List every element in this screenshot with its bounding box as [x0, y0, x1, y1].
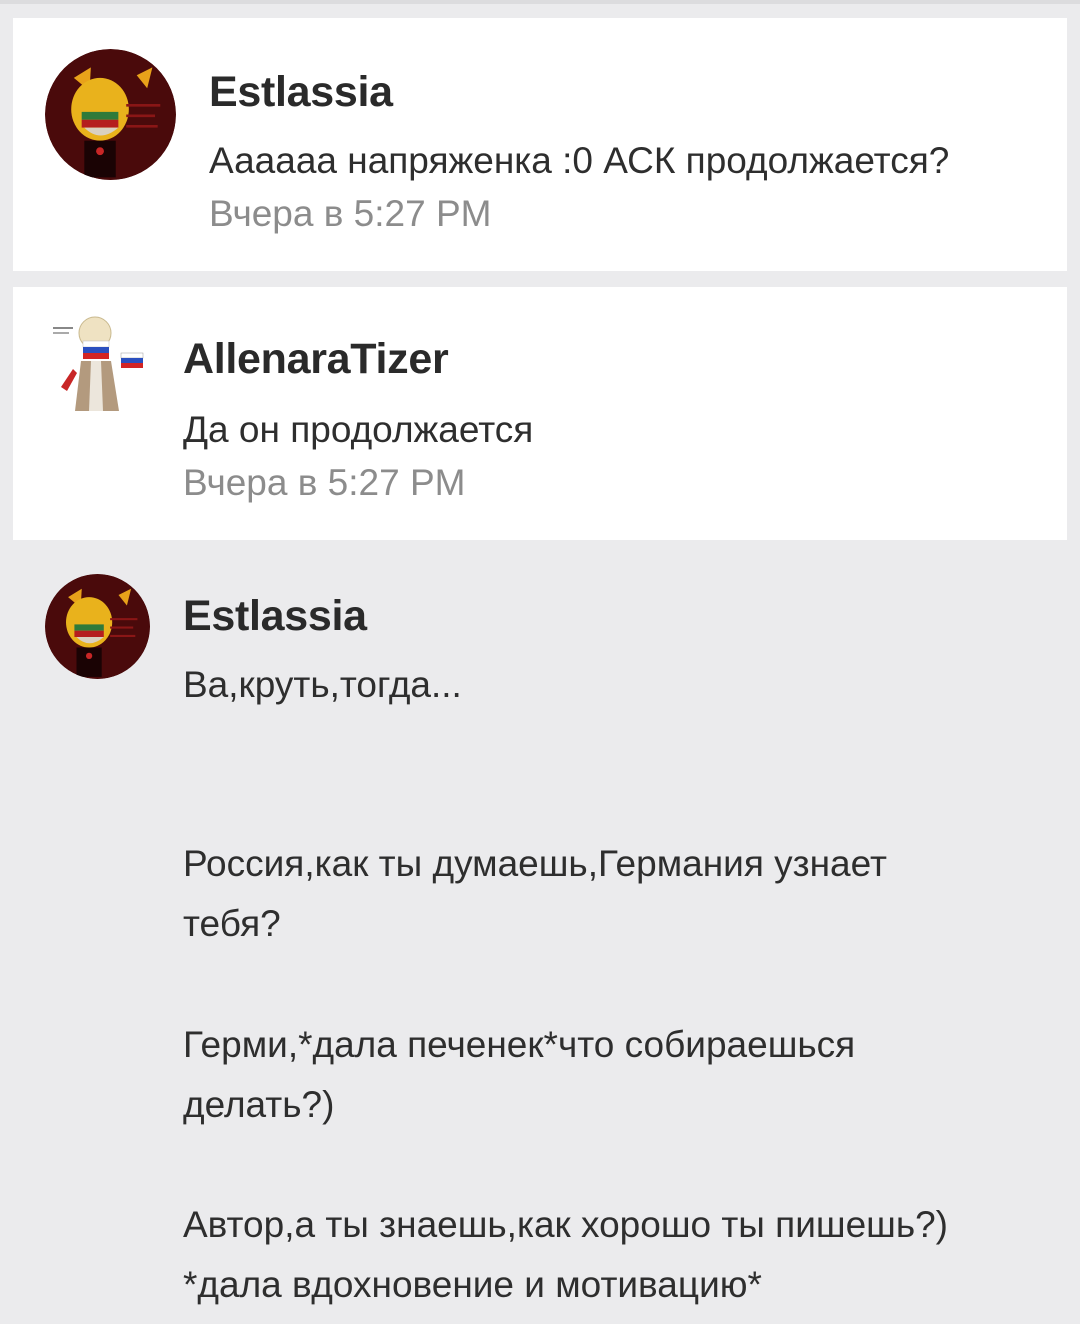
- avatar[interactable]: [47, 311, 147, 427]
- comment-text-line: Герми,*дала печенек*что собираешься: [183, 1024, 856, 1065]
- comment-author[interactable]: Estlassia: [209, 68, 393, 117]
- comment-card[interactable]: AllenaraTizer Да он продолжается Вчера в…: [13, 287, 1067, 540]
- comment-text-line: Ва,круть,тогда...: [183, 664, 462, 705]
- comment-author[interactable]: Estlassia: [183, 592, 367, 641]
- comment-timestamp: Вчера в 5:27 PM: [183, 462, 466, 503]
- comment-text-line: делать?): [183, 1084, 335, 1125]
- comment-text-line: Автор,а ты знаешь,как хорошо ты пишешь?): [183, 1204, 949, 1245]
- comment-text: Да он продолжается: [183, 409, 534, 450]
- comment-text-line: *дала вдохновение и мотивацию*: [183, 1264, 762, 1305]
- comment-author[interactable]: AllenaraTizer: [183, 335, 449, 384]
- comment-text-line: Россия,как ты думаешь,Германия узнает: [183, 843, 887, 884]
- comment-text: Аааааа напряженка :0 АСК продолжается?: [209, 140, 950, 181]
- comment-card[interactable]: Estlassia Аааааа напряженка :0 АСК продо…: [13, 18, 1067, 271]
- top-divider: [0, 0, 1080, 4]
- avatar[interactable]: [45, 574, 150, 679]
- avatar-image: [45, 574, 150, 679]
- avatar[interactable]: [45, 49, 176, 180]
- avatar-image: [45, 49, 176, 180]
- comment-text-line: тебя?: [183, 903, 281, 944]
- avatar-image: [47, 311, 147, 427]
- comment-timestamp: Вчера в 5:27 PM: [209, 193, 492, 234]
